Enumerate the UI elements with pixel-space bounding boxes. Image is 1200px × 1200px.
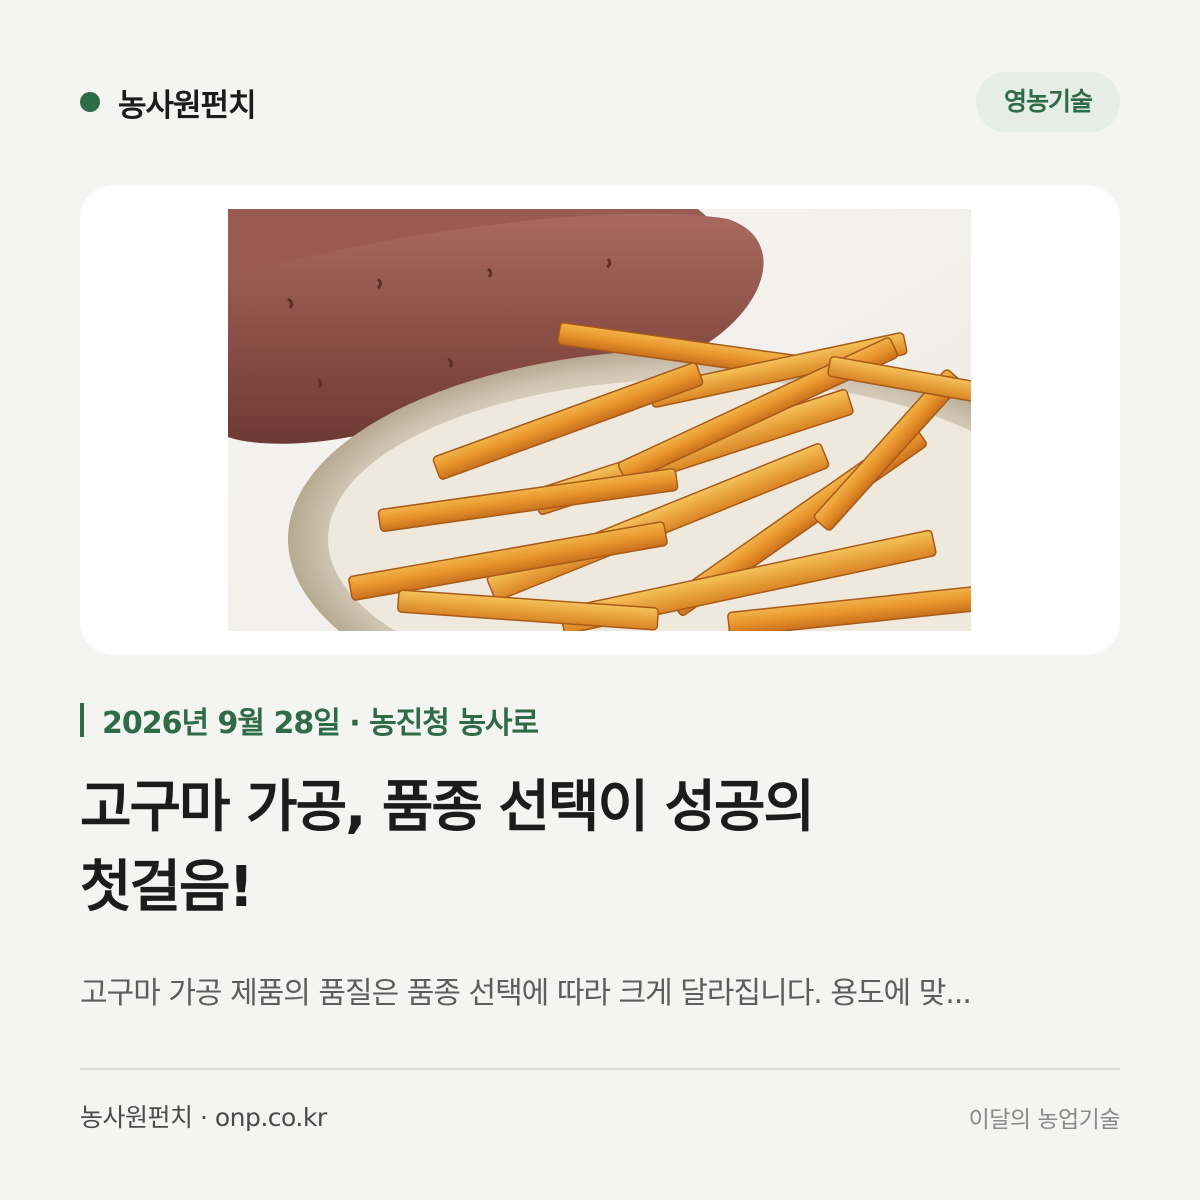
article-date-source: 2026년 9월 28일 · 농진청 농사로	[102, 706, 539, 741]
brand-name: 농사원펀치	[118, 87, 257, 124]
meta-accent-bar	[80, 703, 84, 737]
header: 농사원펀치 영농기술	[80, 72, 1120, 132]
brand[interactable]: 농사원펀치	[80, 80, 257, 125]
footer-section: 이달의 농업기술	[968, 1107, 1121, 1133]
brand-dot-icon	[80, 92, 100, 112]
headline-line-2: 첫걸음!	[80, 855, 254, 920]
category-badge[interactable]: 영농기술	[975, 72, 1120, 132]
article-meta: 2026년 9월 28일 · 농진청 농사로	[80, 700, 539, 741]
article-headline[interactable]: 고구마 가공, 품종 선택이 성공의 첫걸음!	[80, 768, 1120, 928]
article-summary: 고구마 가공 제품의 품질은 품종 선택에 따라 크게 달라집니다. 용도에 맞…	[80, 976, 972, 1011]
hero-card	[80, 185, 1120, 655]
hero-image	[228, 209, 971, 631]
footer-source[interactable]: 농사원펀치 · onp.co.kr	[80, 1098, 327, 1134]
headline-line-1: 고구마 가공, 품종 선택이 성공의	[80, 775, 815, 840]
footer-divider	[80, 1068, 1120, 1070]
